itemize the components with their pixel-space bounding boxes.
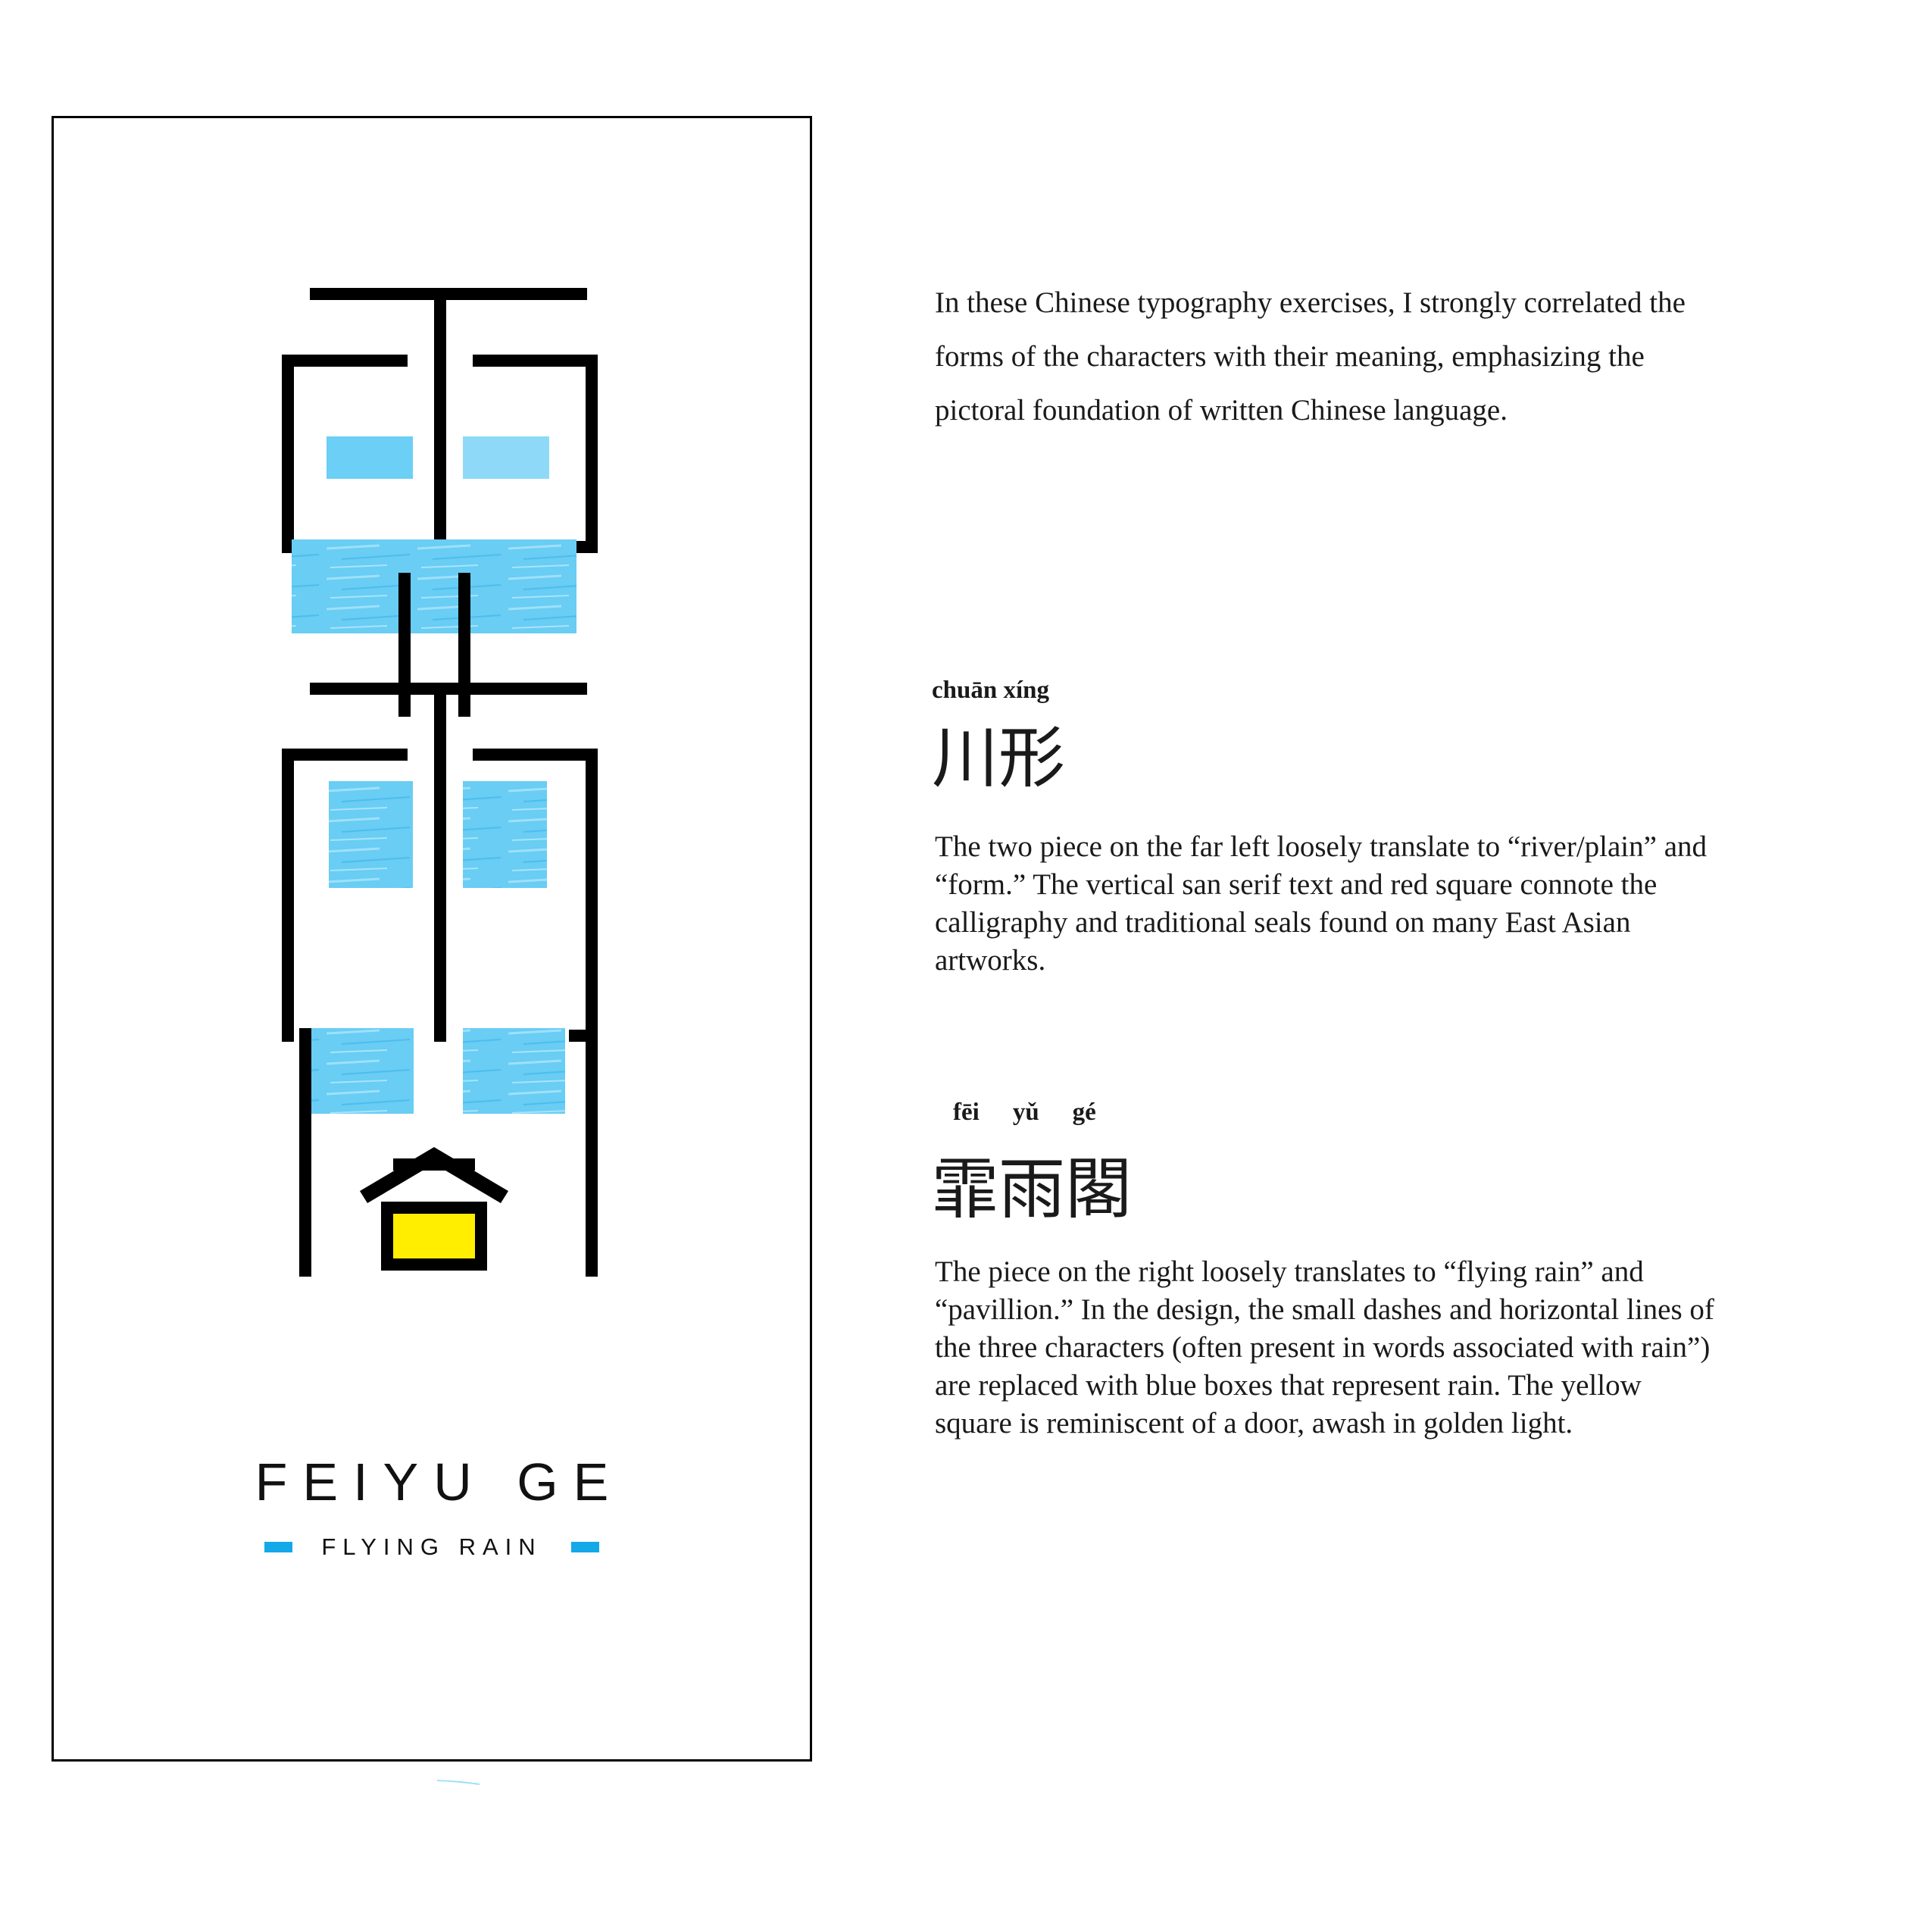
section2-hanzi: 霏雨閣 xyxy=(932,1150,1133,1228)
rain-box xyxy=(329,781,413,888)
rain-box xyxy=(463,1028,565,1114)
stray-mark xyxy=(436,1780,480,1785)
poster-title: FEIYU GE xyxy=(255,1452,624,1512)
rain-box xyxy=(463,436,549,479)
rain-box xyxy=(311,1028,414,1114)
intro-paragraph: In these Chinese typography exercises, I… xyxy=(935,286,1686,427)
section1-body: The two piece on the far left loosely tr… xyxy=(935,830,1708,977)
poster-subtitle: FLYING RAIN xyxy=(321,1533,542,1560)
section2-pinyin: fēi yǔ gé xyxy=(953,1099,1135,1127)
feiyu-ge-glyph-art xyxy=(282,288,598,1277)
glyph-ge xyxy=(299,1028,598,1277)
door-box xyxy=(393,1214,475,1258)
rain-box xyxy=(292,539,576,633)
pinyin-yu: yǔ xyxy=(1012,1099,1039,1126)
pinyin-fei: fēi xyxy=(953,1099,980,1126)
poster-frame: FEIYU GE FLYING RAIN xyxy=(52,116,812,1762)
pinyin-ge: gé xyxy=(1072,1099,1096,1126)
rain-box xyxy=(327,436,413,479)
glyph-yu xyxy=(282,683,598,1042)
section1-pinyin: chuān xíng xyxy=(932,677,1049,704)
blue-dash-left xyxy=(264,1542,293,1552)
section2-body: The piece on the right loosely translate… xyxy=(935,1255,1714,1440)
poster-subtitle-row: FLYING RAIN xyxy=(54,1532,810,1562)
rain-box xyxy=(463,781,547,888)
glyph-fei xyxy=(282,288,598,717)
section1-hanzi: 川形 xyxy=(932,719,1066,797)
blue-dash-right xyxy=(570,1542,599,1552)
